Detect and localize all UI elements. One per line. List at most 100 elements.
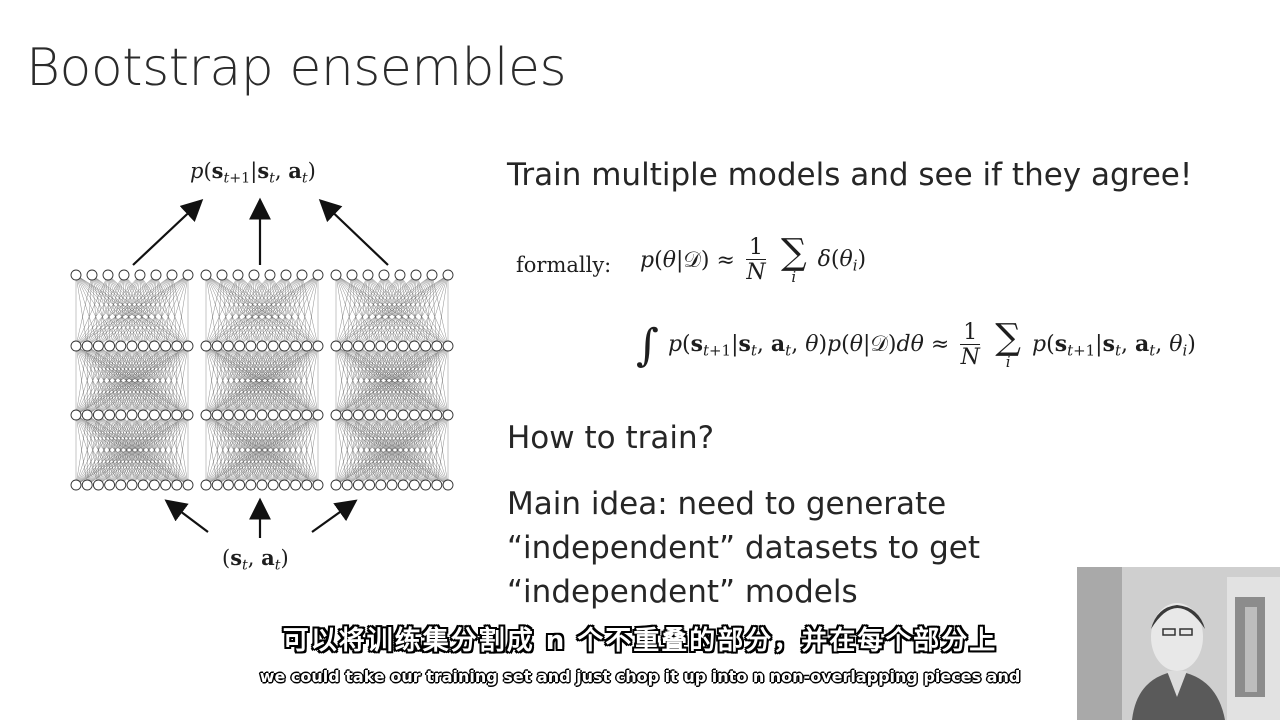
network-node [267,340,279,352]
network-node [234,409,246,421]
network-node [341,340,353,352]
network-node [148,479,160,491]
network-node [312,479,324,491]
network-node [256,340,268,352]
ensemble-diagram [70,197,454,538]
network-node [301,409,313,421]
network-node [352,409,364,421]
network-node [81,479,93,491]
network-node [160,409,172,421]
network-node [312,409,324,421]
network-node [171,479,183,491]
network-node [278,409,290,421]
network-node [200,269,212,281]
network-node [81,409,93,421]
network-node [248,269,260,281]
network-node [126,479,138,491]
network-node [104,479,116,491]
network-node [378,269,390,281]
network-node [134,269,146,281]
network-node [200,340,212,352]
network-connection [273,274,319,347]
network-connection [261,274,271,347]
network-node [420,409,432,421]
network-node [92,409,104,421]
network-node [150,269,162,281]
input-state-action-label: (st, at) [222,545,289,574]
network-node [386,479,398,491]
network-node [118,269,130,281]
main-idea-line: “independent” models [507,574,858,610]
network-node [408,409,420,421]
network-node [410,269,422,281]
network-node [375,340,387,352]
predictive-distribution-equation: ∫ p(st+1|st, at, θ)p(θ|𝒟)dθ ≈ 1N ∑ i p(st… [636,316,1196,372]
network-node [420,340,432,352]
network-node [426,269,438,281]
subtitle-english: we could take our training set and just … [259,667,1021,686]
network-node [137,340,149,352]
network-node [408,340,420,352]
network-connection [347,274,449,347]
network-node [160,479,172,491]
network-node [301,340,313,352]
network-node [182,479,194,491]
network-connection [176,274,189,347]
network-node [312,340,324,352]
network-node [70,269,82,281]
network-node [364,340,376,352]
network-node [352,479,364,491]
network-node [245,479,257,491]
network-node [81,340,93,352]
network-node [182,409,194,421]
network-node [104,409,116,421]
network-node [267,479,279,491]
network-node [375,479,387,491]
network-node [431,340,443,352]
network-node [394,269,406,281]
network-node [200,409,212,421]
arrow-in-left [164,499,209,533]
arrow-in-right [311,499,358,533]
network-connection [284,274,303,347]
network-node [397,340,409,352]
network-node [115,479,127,491]
network-node [280,269,292,281]
network-node [216,269,228,281]
network-node [330,479,342,491]
network-node [364,409,376,421]
network-node [278,479,290,491]
network-node [70,479,82,491]
network-node [245,409,257,421]
network-node [148,340,160,352]
network-connection [306,274,319,347]
network-node [182,269,194,281]
network-node [341,409,353,421]
network-connection [217,274,319,347]
network-node [442,340,454,352]
network-node [290,479,302,491]
network-node [211,479,223,491]
main-idea-paragraph: Main idea: need to generate “independent… [507,482,980,614]
network-node [234,340,246,352]
network-node [431,479,443,491]
network-node [102,269,114,281]
network-ensemble [70,269,454,491]
network-node [171,340,183,352]
network-node [346,269,358,281]
network-node [408,479,420,491]
network-node [442,269,454,281]
network-node [352,340,364,352]
network-node [211,409,223,421]
network-node [362,269,374,281]
network-node [256,409,268,421]
output-distribution-label: p(st+1|st, at) [190,158,316,187]
network-node [312,269,324,281]
network-node [222,479,234,491]
network-node [86,269,98,281]
network-node [160,340,172,352]
network-connection [143,274,189,347]
arrow-up-left [132,198,204,266]
main-heading: Train multiple models and see if they ag… [507,157,1193,193]
network-node [126,340,138,352]
